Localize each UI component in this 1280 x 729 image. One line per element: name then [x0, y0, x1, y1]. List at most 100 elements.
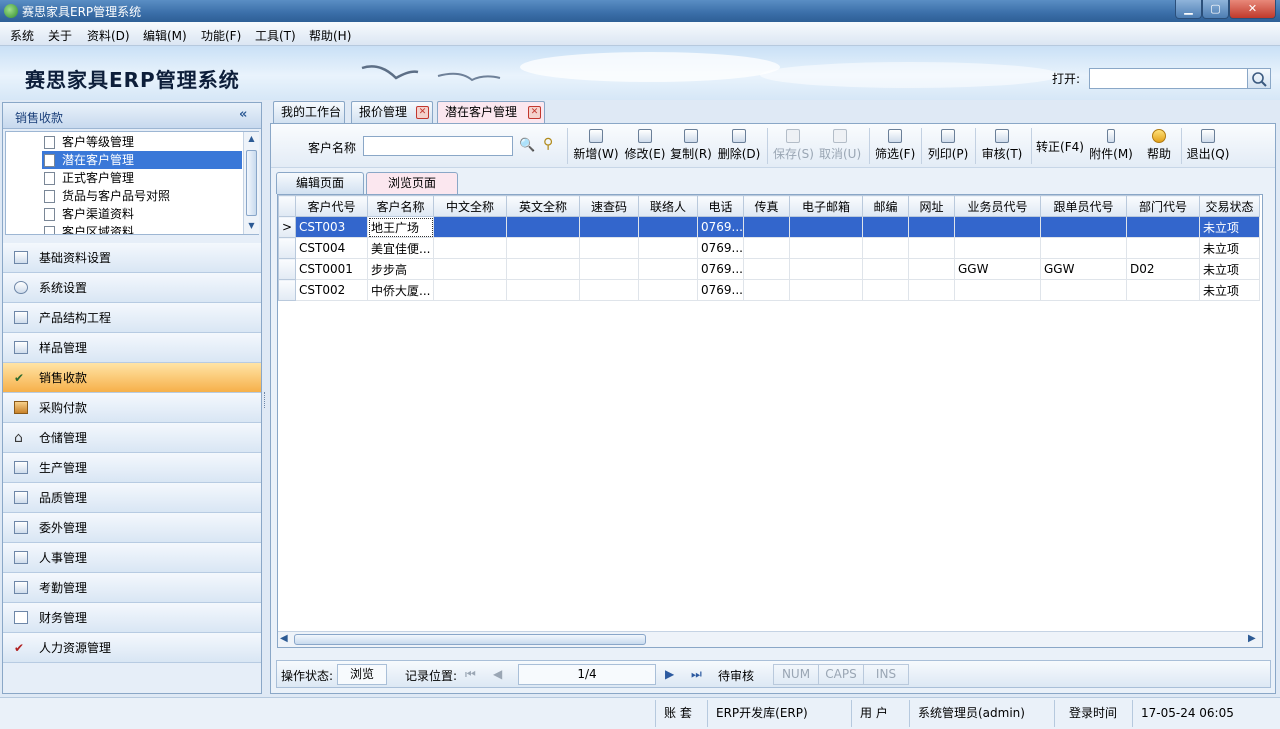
table-cell[interactable]: CST004	[295, 237, 368, 259]
table-cell[interactable]	[638, 237, 698, 259]
column-header[interactable]: 速查码	[579, 195, 639, 217]
tab-potential-customers[interactable]: 潜在客户管理 ✕	[437, 101, 545, 123]
menu-data[interactable]: 资料(D)	[87, 27, 130, 44]
table-cell[interactable]: 美宜佳便...	[367, 237, 434, 259]
column-header[interactable]: 电话	[697, 195, 744, 217]
table-row[interactable]: CST0001 步步高 0769... GGW GGW D02 未立项	[278, 258, 1260, 280]
column-header[interactable]: 业务员代号	[954, 195, 1041, 217]
nav-sample-management[interactable]: 样品管理	[3, 333, 261, 363]
table-cell[interactable]: CST002	[295, 279, 368, 301]
tab-quote-management[interactable]: 报价管理 ✕	[351, 101, 433, 123]
table-cell[interactable]: CST0001	[295, 258, 368, 280]
table-cell[interactable]	[433, 216, 507, 238]
tree-item[interactable]: 客户渠道资料	[42, 205, 242, 223]
tab-edit-page[interactable]: 编辑页面	[276, 172, 364, 194]
column-header[interactable]: 联络人	[638, 195, 698, 217]
collapse-icon[interactable]: «	[239, 107, 247, 122]
nav-production[interactable]: 生产管理	[3, 453, 261, 483]
table-cell[interactable]: 未立项	[1199, 258, 1260, 280]
table-cell[interactable]	[789, 237, 863, 259]
table-cell[interactable]	[908, 237, 955, 259]
table-cell[interactable]	[743, 279, 790, 301]
next-record-icon[interactable]: ▶	[665, 667, 674, 681]
nav-basic-data[interactable]: 基础资料设置	[3, 243, 261, 273]
maximize-button[interactable]: ▢	[1202, 0, 1229, 19]
menu-about[interactable]: 关于	[48, 27, 72, 44]
column-header[interactable]: 邮编	[862, 195, 909, 217]
close-tab-icon[interactable]: ✕	[416, 106, 429, 119]
table-cell[interactable]: D02	[1126, 258, 1200, 280]
menu-edit[interactable]: 编辑(M)	[143, 27, 187, 44]
scroll-down-icon[interactable]: ▼	[246, 221, 257, 231]
table-cell[interactable]: 0769...	[697, 216, 744, 238]
nav-outsourcing[interactable]: 委外管理	[3, 513, 261, 543]
customer-name-input[interactable]	[363, 136, 513, 156]
table-cell[interactable]	[908, 216, 955, 238]
nav-hr[interactable]: ✔ 人力资源管理	[3, 633, 261, 663]
edit-button[interactable]: 修改(E)	[624, 128, 666, 166]
table-row[interactable]: CST004 美宜佳便... 0769... 未立项	[278, 237, 1260, 259]
table-cell[interactable]	[908, 279, 955, 301]
column-header[interactable]: 客户代号	[295, 195, 368, 217]
table-cell[interactable]	[954, 279, 1041, 301]
menu-help[interactable]: 帮助(H)	[309, 27, 351, 44]
table-cell[interactable]	[638, 216, 698, 238]
row-indicator[interactable]	[278, 279, 296, 301]
convert-button[interactable]: 转正(F4)	[1036, 128, 1084, 166]
row-indicator[interactable]: >	[278, 216, 296, 238]
menu-system[interactable]: 系统	[10, 27, 34, 44]
nav-purchase-payment[interactable]: 采购付款	[3, 393, 261, 423]
table-cell[interactable]: CST003	[295, 216, 368, 238]
table-cell[interactable]	[862, 258, 909, 280]
nav-quality[interactable]: 品质管理	[3, 483, 261, 513]
nav-sales-receipt[interactable]: ✔ 销售收款	[3, 363, 261, 393]
table-cell[interactable]	[862, 216, 909, 238]
table-cell[interactable]	[579, 237, 639, 259]
table-cell[interactable]: 0769...	[697, 279, 744, 301]
nav-warehouse[interactable]: ⌂ 仓储管理	[3, 423, 261, 453]
scroll-up-icon[interactable]: ▲	[246, 134, 257, 144]
help-button[interactable]: 帮助	[1141, 128, 1177, 166]
first-record-icon[interactable]: ⏮	[465, 667, 476, 682]
table-cell[interactable]	[954, 237, 1041, 259]
last-record-icon[interactable]: ⏭	[691, 667, 702, 682]
column-header[interactable]: 网址	[908, 195, 955, 217]
scroll-left-icon[interactable]: ◀	[280, 633, 288, 644]
table-cell[interactable]	[579, 279, 639, 301]
scroll-thumb[interactable]	[246, 150, 257, 216]
column-header[interactable]: 交易状态	[1199, 195, 1260, 217]
table-cell[interactable]	[789, 279, 863, 301]
row-indicator[interactable]	[278, 237, 296, 259]
delete-button[interactable]: 删除(D)	[717, 128, 761, 166]
table-cell[interactable]	[908, 258, 955, 280]
review-button[interactable]: 审核(T)	[981, 128, 1023, 166]
close-button[interactable]: ✕	[1229, 0, 1276, 19]
table-cell[interactable]	[506, 279, 580, 301]
table-cell[interactable]: 0769...	[697, 258, 744, 280]
save-button[interactable]: 保存(S)	[773, 128, 814, 166]
table-cell[interactable]: GGW	[1040, 258, 1127, 280]
table-cell[interactable]	[789, 216, 863, 238]
table-cell[interactable]: 中侨大厦...	[367, 279, 434, 301]
tree-item[interactable]: 客户区域资料	[42, 223, 242, 234]
minimize-button[interactable]: ▁	[1175, 0, 1202, 19]
table-cell[interactable]	[1040, 237, 1127, 259]
binoculars-icon[interactable]: 🔍	[519, 138, 535, 153]
table-cell[interactable]: 0769...	[697, 237, 744, 259]
horizontal-scrollbar[interactable]: ◀ ▶	[278, 631, 1262, 647]
table-cell[interactable]	[506, 258, 580, 280]
prev-record-icon[interactable]: ◀	[493, 667, 502, 681]
filter-button[interactable]: 筛选(F)	[875, 128, 915, 166]
tree-scrollbar[interactable]: ▲ ▼	[243, 132, 259, 234]
nav-attendance[interactable]: 考勤管理	[3, 573, 261, 603]
copy-button[interactable]: 复制(R)	[670, 128, 712, 166]
tree-item[interactable]: 客户等级管理	[42, 133, 242, 151]
table-cell[interactable]	[743, 237, 790, 259]
tree-item[interactable]: 正式客户管理	[42, 169, 242, 187]
search-button[interactable]	[1247, 68, 1271, 89]
table-cell[interactable]	[1126, 279, 1200, 301]
table-row[interactable]: CST002 中侨大厦... 0769... 未立项	[278, 279, 1260, 301]
table-row[interactable]: > CST003 地王广场 0769... 未立项	[278, 216, 1260, 238]
table-cell[interactable]	[743, 216, 790, 238]
cancel-button[interactable]: 取消(U)	[819, 128, 861, 166]
